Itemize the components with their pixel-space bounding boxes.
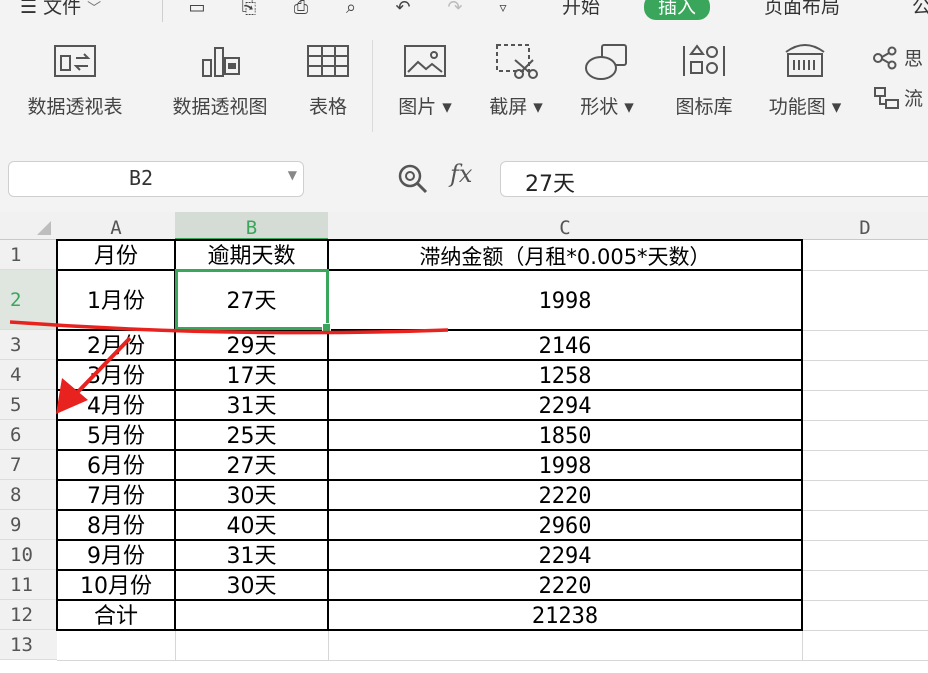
red-arrow-shaft	[70, 336, 132, 400]
annotation-overlay	[9, 320, 449, 414]
red-arrow-head	[56, 378, 88, 414]
red-underline	[9, 320, 449, 335]
